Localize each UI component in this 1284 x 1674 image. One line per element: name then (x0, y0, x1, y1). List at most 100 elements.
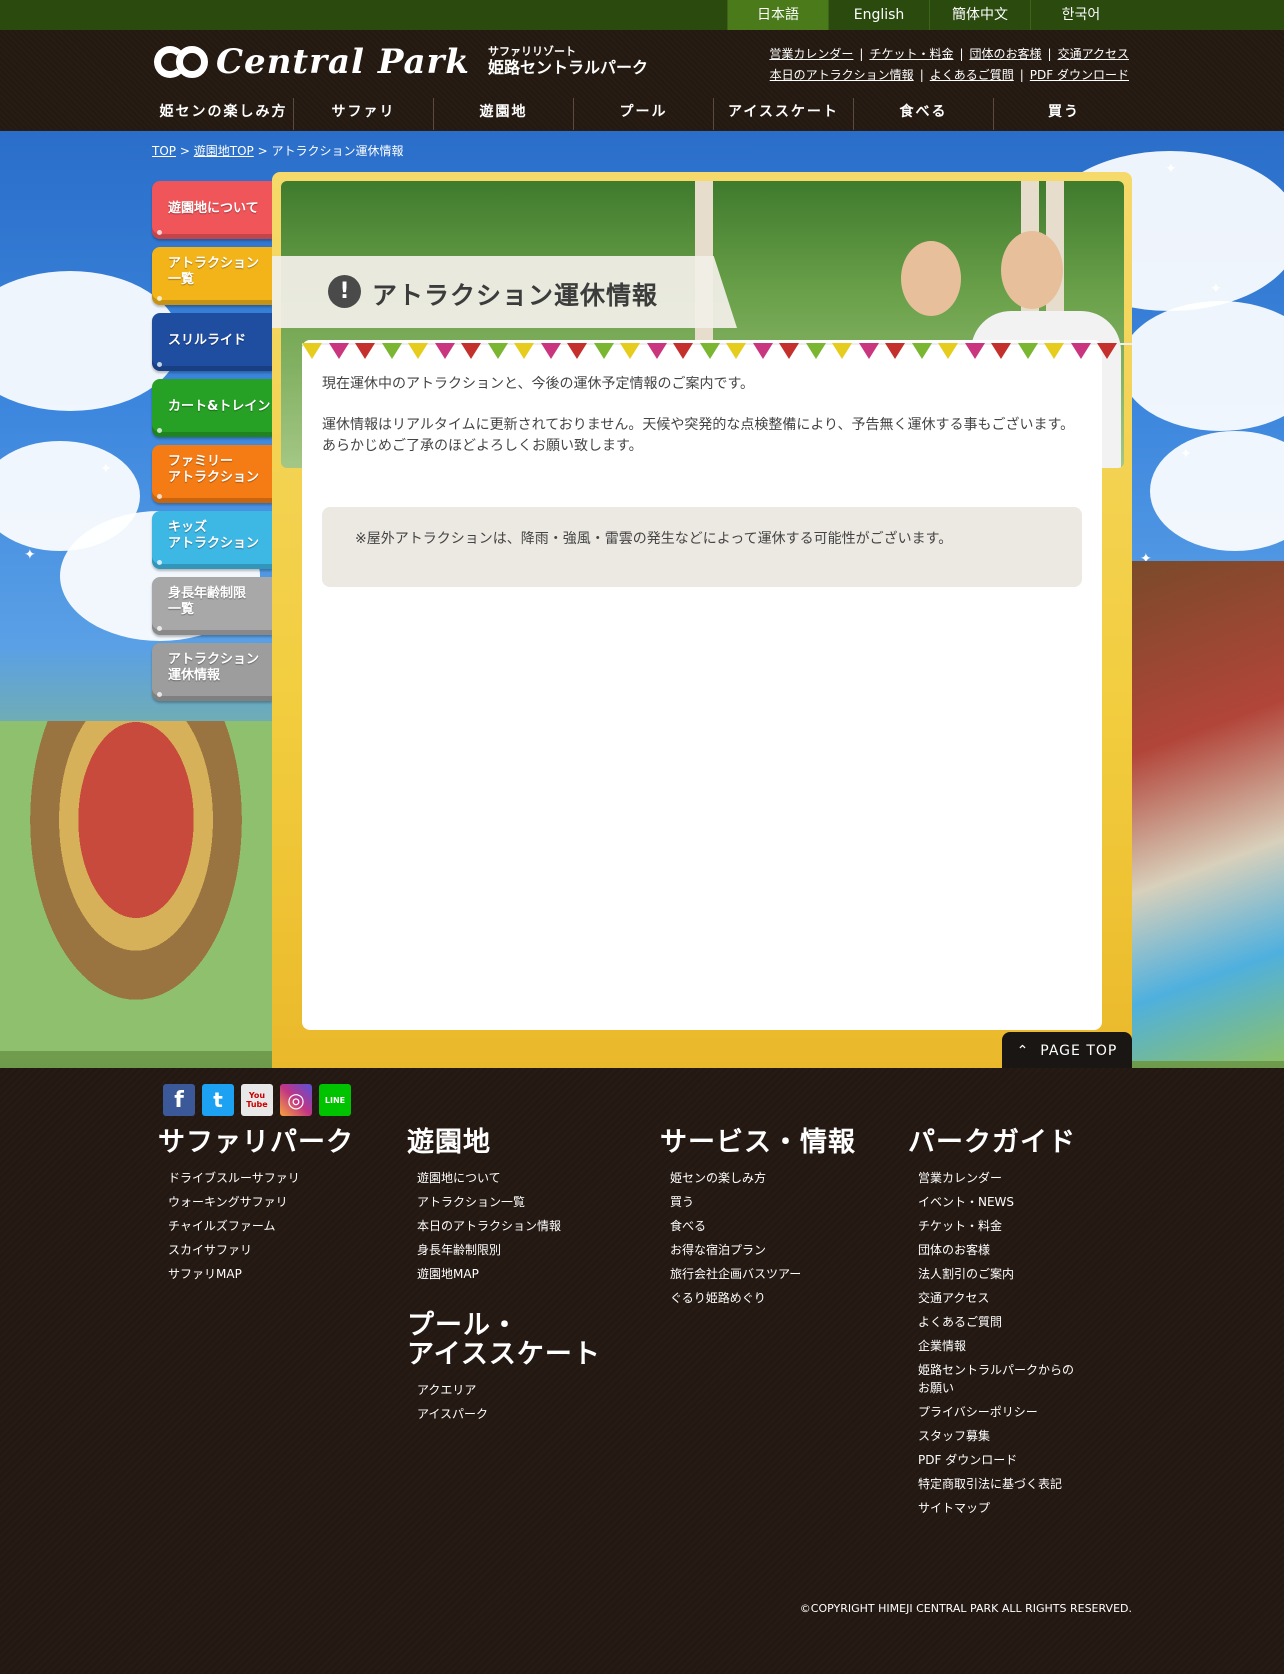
page-top-label: PAGE TOP (1040, 1043, 1118, 1059)
bunting-flag (302, 343, 322, 359)
footer-link[interactable]: 買う (670, 1193, 856, 1211)
util-link-pdf[interactable]: PDF ダウンロード (1030, 68, 1129, 82)
bullet-icon (157, 362, 162, 367)
footer-link[interactable]: サイトマップ (918, 1499, 1076, 1517)
footer-link[interactable]: 食べる (670, 1217, 856, 1235)
footer-link[interactable]: 団体のお客様 (918, 1241, 1076, 1259)
footer-link[interactable]: アイスパーク (417, 1405, 601, 1423)
bunting-flag (646, 343, 667, 359)
util-link-calendar[interactable]: 営業カレンダー (769, 47, 853, 61)
bunting-flag (434, 343, 455, 359)
bunting-flag (699, 343, 720, 359)
bunting-flag (461, 343, 481, 359)
side-item-kids-attraction[interactable]: キッズ アトラクション (152, 511, 272, 569)
bunting-flag (805, 343, 826, 359)
footer-link[interactable]: 企業情報 (918, 1337, 1076, 1355)
footer-list: ドライブスルーサファリ ウォーキングサファリ チャイルズファーム スカイサファリ サファ… (158, 1169, 354, 1283)
breadcrumb-separator: > (257, 144, 268, 158)
nav-item-enjoy[interactable]: 姫センの楽しみ方 (154, 98, 294, 130)
util-link-ticket[interactable]: チケット・料金 (869, 47, 953, 61)
facebook-icon[interactable]: f (163, 1084, 195, 1116)
footer-list: 遊園地について アトラクション一覧 本日のアトラクション情報 身長年齢制限別 遊園地MA… (407, 1169, 561, 1283)
nav-item-amusement[interactable]: 遊園地 (434, 98, 574, 130)
lang-korean[interactable]: 한국어 (1030, 0, 1131, 30)
footer-link[interactable]: お得な宿泊プラン (670, 1241, 856, 1259)
exclamation-icon: ! (328, 275, 361, 308)
nav-item-pool[interactable]: プール (574, 98, 714, 130)
lang-japanese[interactable]: 日本語 (727, 0, 828, 30)
bunting-flag (355, 343, 375, 359)
footer-link[interactable]: アクエリア (417, 1381, 601, 1399)
footer-link[interactable]: 姫センの楽しみ方 (670, 1169, 856, 1187)
footer-link[interactable]: 旅行会社企画バスツアー (670, 1265, 856, 1283)
footer-link[interactable]: サファリMAP (168, 1265, 354, 1283)
bunting-flag (911, 343, 932, 359)
site-logo[interactable]: Central Park サファリリゾート 姫路セントラルパーク (154, 42, 648, 82)
footer-link[interactable]: PDF ダウンロード (918, 1451, 1076, 1469)
notice-text: 運休情報はリアルタイムに更新されておりません。天候や突発的な点検整備により、予告… (322, 417, 1075, 433)
footer-link[interactable]: イベント・NEWS (918, 1193, 1076, 1211)
footer-col-amusement: 遊園地 遊園地について アトラクション一覧 本日のアトラクション情報 身長年齢制限別遊… (407, 1128, 561, 1289)
footer-link[interactable]: アトラクション一覧 (417, 1193, 561, 1211)
bunting-flag (593, 343, 614, 359)
side-item-attraction-closure[interactable]: アトラクション 運休情報 (152, 643, 272, 701)
breadcrumb-top[interactable]: TOP (152, 144, 176, 158)
line-icon[interactable]: LINE (319, 1084, 351, 1116)
pirate-ship-image (1132, 561, 1284, 1061)
nav-item-shop[interactable]: 買う (994, 98, 1134, 130)
footer-link[interactable]: 遊園地について (417, 1169, 561, 1187)
lang-english[interactable]: English (828, 0, 929, 30)
util-link-group[interactable]: 団体のお客様 (970, 47, 1042, 61)
footer-link[interactable]: 法人割引のご案内 (918, 1265, 1076, 1283)
footer-link[interactable]: よくあるご質問 (918, 1313, 1076, 1331)
footer-col-park-guide: パークガイド 営業カレンダー イベント・NEWS チケット・料金 団体のお客様 法人割引… (908, 1128, 1076, 1523)
bunting-flag (885, 343, 905, 359)
bunting-flag (673, 343, 693, 359)
footer-link[interactable]: チケット・料金 (918, 1217, 1076, 1235)
footer-heading: サービス・情報 (660, 1127, 856, 1158)
footer-heading: サファリパーク (158, 1127, 354, 1158)
bunting-flag (991, 343, 1011, 359)
bullet-icon (157, 626, 162, 631)
footer-link[interactable]: 身長年齢制限別 (417, 1241, 561, 1259)
nav-item-safari[interactable]: サファリ (294, 98, 434, 130)
footer-link[interactable]: プライバシーポリシー (918, 1403, 1076, 1421)
footer-link[interactable]: ウォーキングサファリ (168, 1193, 354, 1211)
side-item-about-amusement[interactable]: 遊園地について (152, 181, 272, 239)
footer-link[interactable]: 営業カレンダー (918, 1169, 1076, 1187)
footer-link[interactable]: 特定商取引法に基づく表記 (918, 1475, 1076, 1493)
footer-link[interactable]: 姫路セントラルパークからの お願い (918, 1361, 1076, 1397)
instagram-icon[interactable]: ◎ (280, 1084, 312, 1116)
footer-link[interactable]: ドライブスルーサファリ (168, 1169, 354, 1187)
footer-link[interactable]: 遊園地MAP (417, 1265, 561, 1283)
star-decoration: ✦ (1165, 161, 1177, 177)
page-top-button[interactable]: ⌃ PAGE TOP (1002, 1032, 1132, 1070)
footer-link[interactable]: 本日のアトラクション情報 (417, 1217, 561, 1235)
util-link-access[interactable]: 交通アクセス (1058, 47, 1129, 61)
bunting-flag (408, 343, 428, 359)
footer-link[interactable]: ぐるり姫路めぐり (670, 1289, 856, 1307)
footer-link[interactable]: スカイサファリ (168, 1241, 354, 1259)
side-item-kart-train[interactable]: カート&トレイン (152, 379, 272, 437)
breadcrumb-amusement-top[interactable]: 遊園地TOP (194, 144, 254, 158)
side-item-attraction-list[interactable]: アトラクション 一覧 (152, 247, 272, 305)
youtube-icon[interactable]: You Tube (241, 1084, 273, 1116)
footer-link[interactable]: スタッフ募集 (918, 1427, 1076, 1445)
side-item-thrill-ride[interactable]: スリルライド (152, 313, 272, 371)
footer-link[interactable]: チャイルズファーム (168, 1217, 354, 1235)
rider-figure (1001, 231, 1063, 309)
footer-heading: パークガイド (908, 1127, 1076, 1158)
side-item-family-attraction[interactable]: ファミリー アトラクション (152, 445, 272, 503)
nav-item-eat[interactable]: 食べる (854, 98, 994, 130)
twitter-icon[interactable]: t (202, 1084, 234, 1116)
util-link-faq[interactable]: よくあるご質問 (930, 68, 1014, 82)
star-decoration: ✦ (100, 461, 112, 477)
util-link-today-attractions[interactable]: 本日のアトラクション情報 (770, 68, 914, 82)
util-separator: | (959, 47, 964, 61)
cloud-decoration (1150, 431, 1284, 551)
lang-chinese[interactable]: 簡体中文 (929, 0, 1030, 30)
nav-item-ice-skate[interactable]: アイススケート (714, 98, 854, 130)
intro-text: 現在運休中のアトラクションと、今後の運休予定情報のご案内です。 (322, 376, 755, 392)
footer-link[interactable]: 交通アクセス (918, 1289, 1076, 1307)
side-item-height-age-limit[interactable]: 身長年齢制限 一覧 (152, 577, 272, 635)
